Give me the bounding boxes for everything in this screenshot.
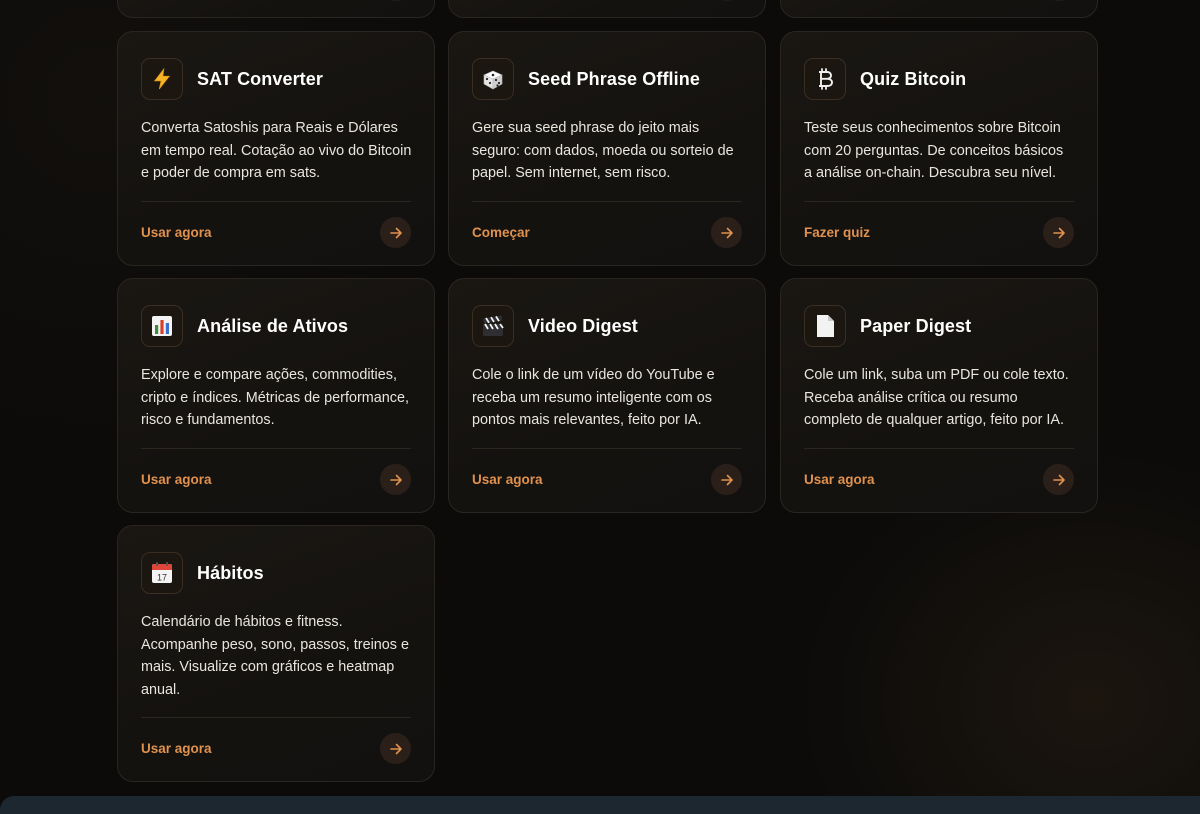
card-footer: Começar xyxy=(472,201,742,250)
tool-card-partial[interactable] xyxy=(780,0,1098,18)
description-line: cripto e índices. Métricas de performanc… xyxy=(141,389,409,406)
tool-card-seed-phrase[interactable]: Seed Phrase Offline Gere sua seed phrase… xyxy=(448,31,766,266)
cta-link[interactable]: Usar agora xyxy=(141,741,212,756)
description-line: a análise on-chain. Descubra seu nível. xyxy=(804,165,1056,181)
arrow-right-icon[interactable] xyxy=(711,464,742,495)
card-title: Hábitos xyxy=(197,562,264,583)
cta-link[interactable]: Usar agora xyxy=(472,472,543,487)
bottom-edge-panel xyxy=(0,796,1200,814)
card-footer: Usar agora xyxy=(141,717,411,766)
cta-link[interactable]: Usar agora xyxy=(804,472,875,487)
description-line: Cole um link, suba um PDF ou cole texto. xyxy=(804,367,1069,383)
description-line: seguro: com dados, moeda ou sorteio de xyxy=(472,142,734,159)
card-description: Teste seus conhecimentos sobre Bitcoin c… xyxy=(804,117,1080,185)
calendar-day-number: 17 xyxy=(157,573,167,583)
card-footer: Usar agora xyxy=(472,448,742,497)
document-icon xyxy=(804,305,846,347)
tool-card-habits[interactable]: 17 Hábitos Calendário de hábitos e fitne… xyxy=(117,525,435,782)
card-footer: Usar agora xyxy=(804,448,1074,497)
description-line: Gere sua seed phrase do jeito mais xyxy=(472,120,700,136)
tool-card-partial[interactable] xyxy=(448,0,766,18)
arrow-right-icon[interactable] xyxy=(1043,217,1074,248)
card-description: Calendário de hábitos e fitness. Acompan… xyxy=(141,611,417,701)
card-title: Video Digest xyxy=(528,315,638,336)
description-line: pontos mais relevantes, feito por IA. xyxy=(472,412,702,428)
card-description: Cole o link de um vídeo do YouTube e rec… xyxy=(472,364,748,432)
cta-link[interactable]: Começar xyxy=(472,225,530,240)
cta-link[interactable]: Usar agora xyxy=(141,472,212,487)
description-line: Acompanhe peso, sono, passos, treinos e xyxy=(141,636,409,653)
arrow-right-icon[interactable] xyxy=(712,0,742,1)
clapperboard-icon xyxy=(472,305,514,347)
card-title: Análise de Ativos xyxy=(197,315,349,336)
tool-card-video-digest[interactable]: Video Digest Cole o link de um vídeo do … xyxy=(448,278,766,513)
description-line: Calendário de hábitos e fitness. xyxy=(141,614,343,630)
card-header: Seed Phrase Offline xyxy=(472,58,700,100)
card-footer: Usar agora xyxy=(141,201,411,250)
card-footer: Usar agora xyxy=(141,448,411,497)
description-line: Receba análise crítica ou resumo xyxy=(804,389,1018,406)
arrow-right-icon[interactable] xyxy=(381,0,411,1)
tools-page: SAT Converter Converta Satoshis para Rea… xyxy=(0,0,1200,814)
card-description: Cole um link, suba um PDF ou cole texto.… xyxy=(804,364,1080,432)
bar-chart-icon xyxy=(141,305,183,347)
arrow-right-icon[interactable] xyxy=(711,217,742,248)
description-line: e poder de compra em sats. xyxy=(141,165,321,181)
card-header: Paper Digest xyxy=(804,305,971,347)
calendar-icon: 17 xyxy=(141,552,183,594)
card-description: Converta Satoshis para Reais e Dólares e… xyxy=(141,117,417,185)
description-line: mais. Visualize com gráficos e heatmap xyxy=(141,659,395,675)
description-line: receba um resumo inteligente com os xyxy=(472,389,712,406)
card-title: Seed Phrase Offline xyxy=(528,68,700,89)
arrow-right-icon[interactable] xyxy=(380,217,411,248)
description-line: risco e fundamentos. xyxy=(141,412,275,428)
description-line: com 20 perguntas. De conceitos básicos xyxy=(804,142,1064,159)
dice-icon xyxy=(472,58,514,100)
description-line: papel. Sem internet, sem risco. xyxy=(472,165,671,181)
description-line: completo de qualquer artigo, feito por I… xyxy=(804,412,1064,428)
card-title: SAT Converter xyxy=(197,68,323,89)
arrow-right-icon[interactable] xyxy=(1043,464,1074,495)
description-line: Cole o link de um vídeo do YouTube e xyxy=(472,367,715,383)
tool-card-quiz-bitcoin[interactable]: Quiz Bitcoin Teste seus conhecimentos so… xyxy=(780,31,1098,266)
arrow-right-icon[interactable] xyxy=(1044,0,1074,1)
card-description: Explore e compare ações, commodities, cr… xyxy=(141,364,417,432)
bitcoin-icon xyxy=(804,58,846,100)
card-header: Video Digest xyxy=(472,305,638,347)
description-line: Converta Satoshis para Reais e Dólares xyxy=(141,120,398,136)
card-header: Quiz Bitcoin xyxy=(804,58,966,100)
description-line: Teste seus conhecimentos sobre Bitcoin xyxy=(804,120,1061,136)
arrow-right-icon[interactable] xyxy=(380,733,411,764)
description-line: Explore e compare ações, commodities, xyxy=(141,367,397,383)
card-title: Quiz Bitcoin xyxy=(860,68,967,89)
card-header: 17 Hábitos xyxy=(141,552,264,594)
tool-card-sat-converter[interactable]: SAT Converter Converta Satoshis para Rea… xyxy=(117,31,435,266)
card-header: SAT Converter xyxy=(141,58,323,100)
tool-card-partial[interactable] xyxy=(117,0,435,18)
tool-card-paper-digest[interactable]: Paper Digest Cole um link, suba um PDF o… xyxy=(780,278,1098,513)
tool-card-asset-analysis[interactable]: Análise de Ativos Explore e compare açõe… xyxy=(117,278,435,513)
arrow-right-icon[interactable] xyxy=(380,464,411,495)
cta-link[interactable]: Fazer quiz xyxy=(804,225,870,240)
description-line: em tempo real. Cotação ao vivo do Bitcoi… xyxy=(141,142,412,159)
description-line: anual. xyxy=(141,681,181,698)
card-description: Gere sua seed phrase do jeito mais segur… xyxy=(472,117,748,185)
card-title: Paper Digest xyxy=(860,315,972,336)
card-header: Análise de Ativos xyxy=(141,305,348,347)
lightning-icon xyxy=(141,58,183,100)
card-footer: Fazer quiz xyxy=(804,201,1074,250)
cta-link[interactable]: Usar agora xyxy=(141,225,212,240)
